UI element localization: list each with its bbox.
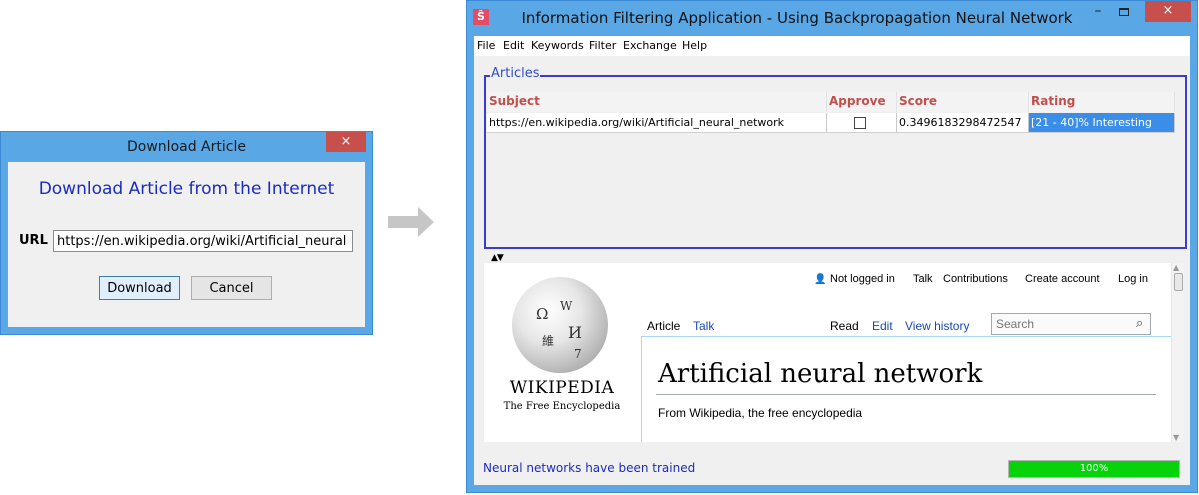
table-header: Subject Approve Score Rating [487, 92, 1179, 112]
cancel-button[interactable]: Cancel [191, 276, 272, 300]
article-source-line: From Wikipedia, the free encyclopedia [658, 406, 863, 420]
window-title: Information Filtering Application - Usin… [521, 9, 1073, 27]
maximize-icon [1119, 8, 1129, 16]
cell-rating[interactable]: [21 - 40]% Interesting [1029, 113, 1175, 133]
scroll-up-icon[interactable]: ▲ [1173, 263, 1179, 272]
column-header-subject[interactable]: Subject [487, 92, 827, 112]
menu-bar: File Edit Keywords Filter Exchange Help [474, 36, 1190, 56]
app-icon: Ŝ [473, 9, 489, 25]
not-logged-in-text: Not logged in [830, 273, 895, 285]
column-header-score[interactable]: Score [897, 92, 1029, 112]
articles-legend: Articles [490, 66, 541, 81]
menu-file[interactable]: File [477, 39, 495, 52]
menu-help[interactable]: Help [682, 39, 707, 52]
tab-talk[interactable]: Talk [693, 319, 714, 333]
dialog-close-button[interactable]: × [326, 132, 366, 152]
article-title: Artificial neural network [658, 359, 983, 389]
vertical-scrollbar[interactable]: ▲ ▼ [1171, 263, 1184, 442]
contributions-link[interactable]: Contributions [943, 273, 1008, 285]
window-close-button[interactable]: × [1145, 1, 1191, 22]
cell-approve[interactable] [827, 113, 897, 133]
content-border [641, 337, 642, 442]
scroll-thumb[interactable] [1174, 273, 1183, 291]
menu-filter[interactable]: Filter [589, 39, 616, 52]
maximize-button[interactable] [1111, 3, 1137, 23]
article-preview: ▲ ▼ Ω W И 維 7 WIKIPEDIA The Free Encyclo… [484, 263, 1184, 442]
wiki-search-input[interactable] [991, 313, 1151, 335]
dialog-body: Download Article from the Internet URL D… [8, 162, 365, 327]
download-dialog: Download Article × Download Article from… [0, 131, 373, 335]
main-window: Ŝ Information Filtering Application - Us… [466, 0, 1198, 493]
download-button[interactable]: Download [99, 276, 180, 300]
talk-link[interactable]: Talk [913, 273, 933, 285]
search-icon[interactable]: ⌕ [1136, 316, 1143, 331]
title-divider [656, 394, 1156, 395]
dialog-title: Download Article [127, 139, 246, 155]
cell-subject[interactable]: https://en.wikipedia.org/wiki/Artificial… [487, 113, 827, 133]
url-input[interactable] [53, 230, 353, 252]
menu-exchange[interactable]: Exchange [623, 39, 677, 52]
progress-label: 100% [1079, 463, 1109, 474]
wikipedia-wordmark: WIKIPEDIA [509, 378, 615, 398]
menu-keywords[interactable]: Keywords [531, 39, 584, 52]
articles-group: Articles Subject Approve Score Rating ht… [484, 66, 1187, 249]
column-header-approve[interactable]: Approve [827, 92, 897, 112]
wikipedia-globe-logo: Ω W И 維 7 [512, 277, 608, 373]
scroll-down-icon[interactable]: ▼ [1173, 433, 1179, 442]
table-row[interactable]: https://en.wikipedia.org/wiki/Artificial… [487, 113, 1179, 133]
log-in-link[interactable]: Log in [1118, 273, 1148, 285]
tab-edit[interactable]: Edit [872, 319, 893, 333]
approve-checkbox[interactable] [854, 117, 866, 129]
wikipedia-tagline: The Free Encyclopedia [503, 401, 621, 412]
menu-edit[interactable]: Edit [503, 39, 524, 52]
tab-read[interactable]: Read [830, 319, 859, 333]
splitter-arrows[interactable]: ▲▼ [491, 254, 504, 263]
url-label: URL [19, 233, 48, 248]
user-icon: 👤 [814, 274, 827, 285]
tab-article[interactable]: Article [647, 319, 680, 333]
create-account-link[interactable]: Create account [1025, 273, 1100, 285]
dialog-heading: Download Article from the Internet [38, 179, 335, 199]
window-client: File Edit Keywords Filter Exchange Help … [474, 36, 1190, 485]
cell-score[interactable]: 0.3496183298472547 [897, 113, 1029, 133]
column-header-rating[interactable]: Rating [1029, 92, 1175, 112]
right-arrow-icon [388, 207, 434, 237]
tab-view-history[interactable]: View history [905, 319, 969, 333]
minimize-button[interactable]: – [1085, 3, 1111, 23]
status-text: Neural networks have been trained [483, 461, 696, 475]
progress-bar: 100% [1008, 460, 1180, 478]
